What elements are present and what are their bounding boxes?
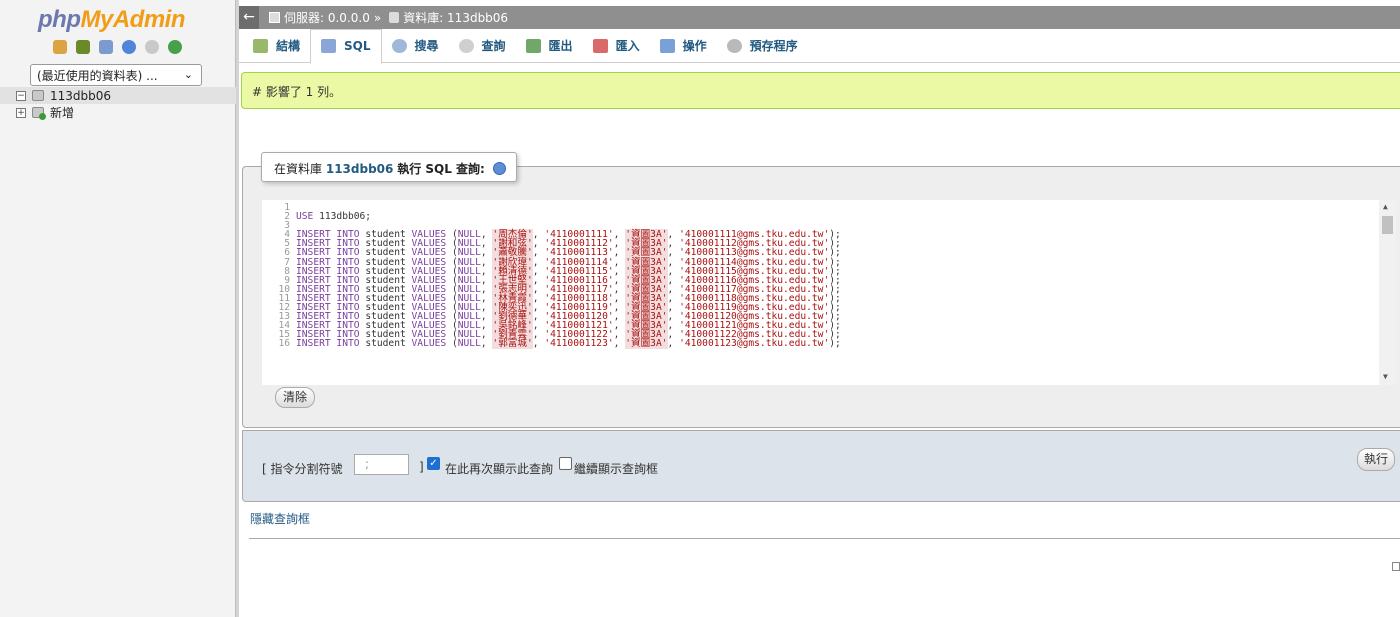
collapse-nav-icon[interactable]: ←	[239, 6, 259, 29]
show-again-label[interactable]: 在此再次顯示此查詢	[445, 460, 553, 477]
expand-icon[interactable]: +	[16, 107, 26, 118]
sql-keyword: USE	[296, 211, 314, 223]
structure-icon	[253, 38, 268, 53]
sql-string: '資圖3A'	[625, 338, 668, 350]
breadcrumb-separator: »	[373, 10, 382, 25]
tree-item-database[interactable]: − 113dbb06	[0, 87, 236, 104]
delimiter-label: [ 指令分割符號	[262, 462, 343, 476]
search-icon	[391, 38, 407, 53]
resize-handle[interactable]	[236, 0, 239, 617]
delimiter-input[interactable]: ;	[354, 454, 409, 475]
tab-export[interactable]: 匯出	[516, 29, 583, 63]
sql-icon	[321, 39, 337, 53]
wrench-icon	[659, 38, 675, 53]
keep-box-checkbox[interactable]	[559, 457, 572, 470]
table-icon[interactable]	[76, 40, 90, 54]
export-icon	[525, 38, 541, 53]
query-options-bar: [ 指令分割符號 ] 在此再次顯示此查詢 繼續顯示查詢框	[242, 430, 1400, 502]
tab-structure[interactable]: 結構	[243, 29, 310, 63]
legend-database-link[interactable]: 113dbb06	[326, 162, 394, 176]
collapse-icon[interactable]: −	[16, 90, 26, 101]
database-icon	[389, 12, 400, 23]
sql-keyword: INSERT INTO	[296, 338, 360, 350]
scroll-up-icon[interactable]: ▲	[1383, 202, 1388, 211]
sql-keyword: VALUES	[411, 338, 447, 350]
hide-query-box-link[interactable]: 隱藏查詢框	[250, 510, 310, 527]
console-toggle-icon[interactable]	[1392, 562, 1400, 571]
code-line: INSERT INTO student VALUES (NULL, '郭富城',…	[296, 338, 841, 350]
tab-import[interactable]: 匯入	[583, 29, 650, 63]
editor-scrollbar[interactable]: ▲ ▼	[1379, 200, 1396, 385]
keep-box-label[interactable]: 繼續顯示查詢框	[574, 460, 658, 477]
line-number: 16	[278, 338, 290, 350]
sql-code: USE 113dbb06; INSERT INTO student VALUES …	[296, 203, 841, 350]
server-icon	[269, 12, 280, 23]
breadcrumb-database[interactable]: 資料庫: 113dbb06	[403, 9, 508, 26]
divider	[249, 538, 1400, 539]
top-menu-tabs: 結構 SQL 搜尋 查詢 匯出 匯入 操作 預存程序	[239, 28, 1400, 64]
query-legend: 在資料庫 113dbb06 執行 SQL 查詢:	[261, 152, 517, 182]
phpmyadmin-logo[interactable]: phpMyAdmin	[38, 6, 185, 34]
sql-code-editor[interactable]: 1 2 3 4 5 6 7 8 9 10 11 12 13 14 15 16 USE 113dbb06; INS…	[262, 200, 1396, 385]
database-icon	[32, 90, 44, 101]
navigation-icon-bar	[53, 40, 182, 54]
delimiter-label-close: ]	[419, 460, 424, 474]
sql-icon[interactable]	[99, 40, 113, 54]
query-icon	[458, 38, 474, 53]
sql-string: '郭富城'	[492, 338, 533, 350]
go-button[interactable]: 執行	[1357, 448, 1395, 471]
tab-query[interactable]: 查詢	[449, 29, 516, 63]
tab-operations[interactable]: 操作	[650, 29, 717, 63]
navigation-panel: phpMyAdmin (最近使用的資料表) ... ⌄ − 113dbb06 +…	[0, 0, 236, 617]
routines-icon	[726, 38, 742, 53]
tab-routines[interactable]: 預存程序	[717, 29, 808, 63]
sql-keyword: NULL	[457, 338, 481, 350]
reload-icon[interactable]	[168, 40, 182, 54]
scroll-down-icon[interactable]: ▼	[1383, 372, 1388, 381]
tab-search[interactable]: 搜尋	[382, 29, 449, 63]
tree-item-new[interactable]: + 新增	[0, 104, 236, 121]
docs-icon[interactable]	[122, 40, 136, 54]
sql-string: '4110001123'	[544, 338, 614, 350]
line-numbers: 1 2 3 4 5 6 7 8 9 10 11 12 13 14 15 16	[262, 203, 290, 349]
new-database-icon	[32, 107, 46, 120]
sql-string: '410001123@gms.tku.edu.tw'	[679, 338, 830, 350]
show-again-checkbox[interactable]: ✓	[427, 457, 440, 470]
settings-icon[interactable]	[145, 40, 159, 54]
breadcrumb: ← 伺服器: 0.0.0.0 » 資料庫: 113dbb06	[239, 6, 1400, 29]
chevron-down-icon: ⌄	[183, 68, 193, 81]
breadcrumb-server[interactable]: 伺服器: 0.0.0.0	[284, 9, 370, 26]
home-icon[interactable]	[53, 40, 67, 54]
import-icon	[592, 38, 608, 53]
clear-button[interactable]: 清除	[275, 387, 315, 408]
code-line: USE 113dbb06;	[296, 211, 372, 223]
recent-tables-select[interactable]: (最近使用的資料表) ... ⌄	[30, 64, 202, 86]
success-notice: # 影響了 1 列。	[241, 72, 1400, 109]
tab-sql[interactable]: SQL	[310, 28, 382, 64]
scrollbar-thumb[interactable]	[1382, 216, 1393, 234]
help-icon[interactable]	[492, 162, 506, 175]
